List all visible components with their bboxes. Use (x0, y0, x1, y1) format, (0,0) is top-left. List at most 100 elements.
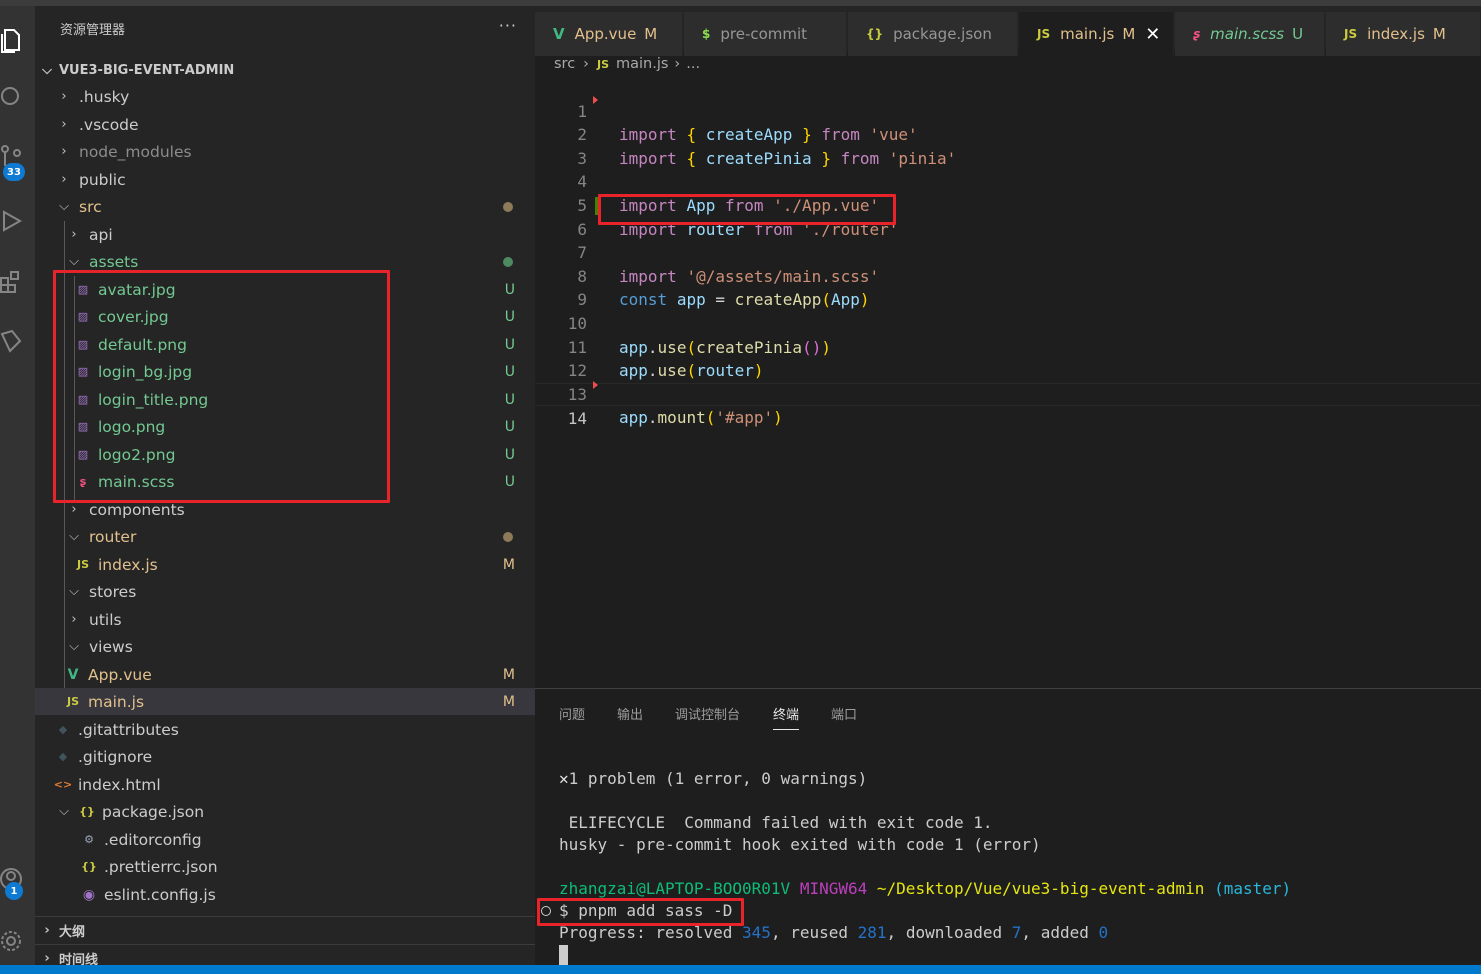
chevron-down-icon: ⌵ (69, 639, 79, 654)
line-number: 14 (567, 409, 587, 429)
tree-label: .vscode (79, 115, 139, 134)
tree-folder-node-modules[interactable]: › node_modules (35, 138, 535, 165)
tree-folder-vscode[interactable]: › .vscode (35, 111, 535, 138)
tree-file-eslint-config[interactable]: ◉ eslint.config.js (35, 881, 535, 908)
git-status: M (502, 666, 515, 683)
tab-pre-commit[interactable]: $ pre-commit (684, 12, 847, 56)
tab-label: pre-commit (720, 25, 808, 43)
deleted-line-marker (593, 381, 598, 389)
breadcrumb-folder[interactable]: src (554, 56, 575, 72)
activity-bar: 33 1 (0, 0, 35, 965)
code-line: 1 import { createApp } from 'vue' (535, 76, 1481, 145)
terminal-cursor (559, 945, 568, 965)
tree-label: eslint.config.js (104, 885, 216, 904)
chevron-down-icon: ⌵ (69, 529, 79, 544)
tab-main-scss[interactable]: ʂ main.scss U (1175, 12, 1325, 56)
extensions-icon[interactable] (0, 266, 22, 296)
tree-label: .editorconfig (104, 830, 202, 849)
tree-file-main-js[interactable]: JS main.js M (35, 688, 535, 715)
tree-folder-public[interactable]: › public (35, 166, 535, 193)
tree-file-editorconfig[interactable]: ⚙ .editorconfig (35, 826, 535, 853)
tab-main-js[interactable]: JS main.js M ✕ (1019, 12, 1174, 56)
tree-file-package-json[interactable]: ⌵ {} package.json (35, 798, 535, 825)
chevron-down-icon: ⌵ (42, 62, 52, 78)
chevron-down-icon: ⌵ (59, 804, 69, 819)
code-editor[interactable]: 1 import { createApp } from 'vue' 2 impo… (535, 76, 1481, 686)
code-line: 5 import router from './router' (535, 170, 1481, 239)
tree-label: router (89, 527, 137, 546)
tree-label: src (79, 197, 102, 216)
outline-label: 大纲 (59, 925, 86, 940)
git-status: U (504, 336, 515, 353)
vue-file-icon: V (553, 25, 565, 43)
tree-label: public (79, 170, 126, 189)
bottom-panel: 问题 输出 调试控制台 终端 端口 ✕1 problem (1 error, 0… (535, 688, 1481, 965)
more-actions-icon[interactable]: ··· (499, 16, 517, 35)
tab-status: M (1432, 25, 1446, 43)
tree-file-index-html[interactable]: <> index.html (35, 771, 535, 798)
search-icon[interactable] (0, 82, 22, 112)
breadcrumb-symbol[interactable]: ... (686, 56, 700, 72)
tree-label: stores (89, 582, 137, 601)
tree-file-gitattributes[interactable]: ◆ .gitattributes (35, 716, 535, 743)
vue-file-icon: V (67, 666, 79, 683)
status-bar (0, 965, 1481, 974)
tab-label: main.scss (1210, 25, 1285, 43)
js-file-icon: JS (76, 558, 89, 571)
tree-label: .husky (79, 87, 130, 106)
highlight-box-command (537, 898, 744, 926)
git-status: U (504, 281, 515, 298)
chevron-down-icon: ⌵ (69, 584, 79, 599)
tree-folder-src[interactable]: ⌵ src (35, 193, 535, 220)
tree-file-prettierrc[interactable]: {} .prettierrc.json (35, 853, 535, 880)
code-line: 3 (535, 123, 1481, 168)
tree-folder-stores[interactable]: ⌵ stores (35, 578, 535, 605)
remote-explorer-icon[interactable] (0, 326, 22, 356)
tab-label: package.json (893, 25, 992, 43)
outline-section[interactable]: › 大纲 (35, 916, 535, 944)
tab-app-vue[interactable]: V App.vue M (535, 12, 683, 56)
settings-gear-icon[interactable] (0, 926, 22, 956)
terminal-line: husky - pre-commit hook exited with code… (559, 835, 1041, 854)
tree-file-router-index[interactable]: JS index.js M (35, 551, 535, 578)
tab-package-json[interactable]: {} package.json (848, 12, 1018, 56)
tree-file-gitignore[interactable]: ◆ .gitignore (35, 743, 535, 770)
sass-file-icon: ʂ (1193, 27, 1201, 41)
editor-tabs: V App.vue M $ pre-commit {} package.json… (535, 0, 1481, 56)
code-line: 12 (535, 336, 1481, 380)
gear-icon: ⚙ (84, 833, 94, 846)
account-badge: 1 (5, 882, 23, 900)
tree-label: main.js (88, 692, 145, 711)
git-status: M (502, 556, 515, 573)
tree-folder-router[interactable]: ⌵ router (35, 523, 535, 550)
tree-label: .prettierrc.json (104, 857, 218, 876)
git-status: U (504, 391, 515, 408)
tab-label: App.vue (574, 25, 637, 43)
tree-file-app-vue[interactable]: V App.vue M (35, 661, 535, 688)
highlight-box-assets (53, 270, 390, 503)
tree-folder-utils[interactable]: › utils (35, 606, 535, 633)
tab-index-js[interactable]: JS index.js M (1326, 12, 1481, 56)
json-file-icon: {} (866, 27, 884, 41)
tree-label: components (89, 500, 185, 519)
tree-folder-husky[interactable]: › .husky (35, 83, 535, 110)
html-file-icon: <> (53, 778, 73, 791)
project-folder[interactable]: ⌵ VUE3-BIG-EVENT-ADMIN (35, 56, 535, 84)
terminal-line: ELIFECYCLE Command failed with exit code… (559, 813, 993, 832)
chevron-right-icon: › (44, 951, 50, 966)
tree-label: utils (89, 610, 122, 629)
git-file-icon: ◆ (58, 750, 68, 763)
tree-folder-api[interactable]: › api (35, 221, 535, 248)
close-icon[interactable]: ✕ (1145, 24, 1160, 45)
tree-label: node_modules (79, 142, 192, 161)
chevron-right-icon: › (71, 502, 77, 517)
breadcrumb-file[interactable]: main.js (616, 56, 668, 72)
explorer-icon[interactable] (0, 26, 22, 56)
untracked-dot (503, 256, 513, 267)
code-line: 13 app.mount('#app') (535, 359, 1481, 428)
run-debug-icon[interactable] (0, 206, 22, 236)
git-status: U (504, 446, 515, 463)
tree-label: assets (89, 252, 139, 271)
tree-folder-views[interactable]: ⌵ views (35, 633, 535, 660)
modified-dot (503, 201, 513, 212)
